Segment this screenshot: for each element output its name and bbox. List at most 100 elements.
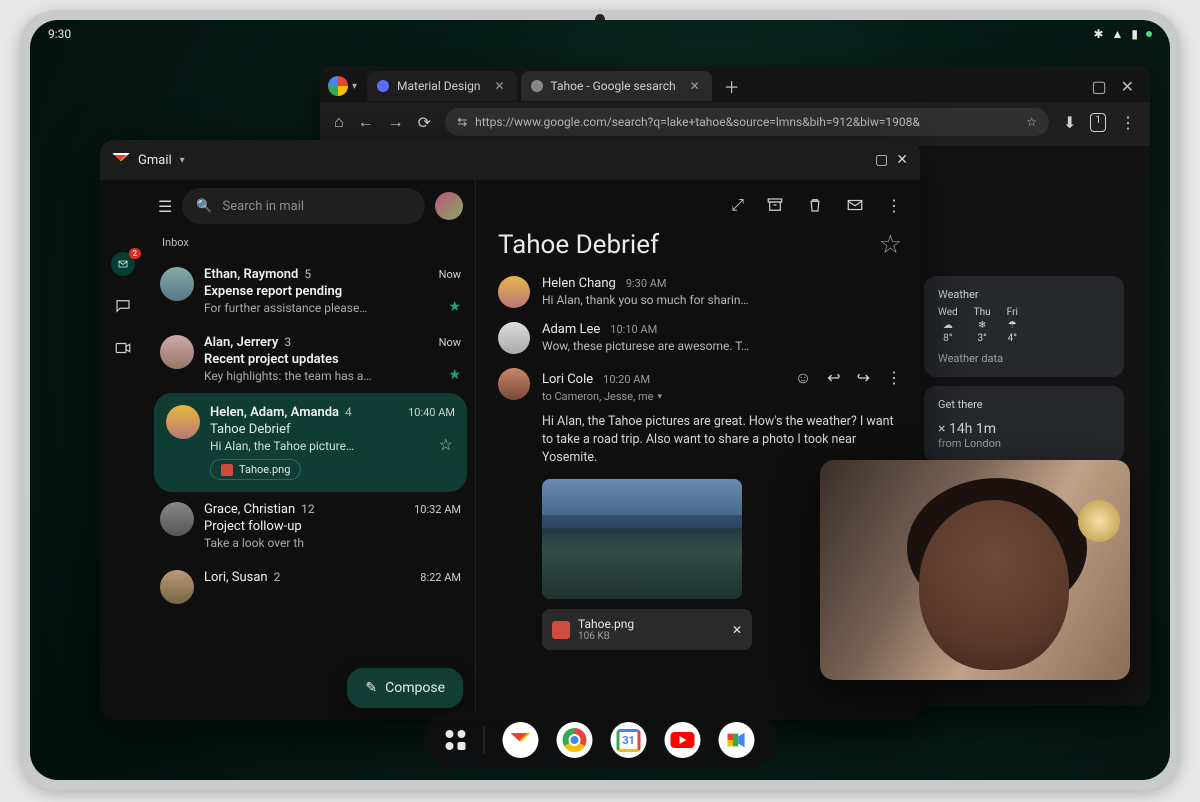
attachment-preview[interactable] bbox=[542, 479, 742, 599]
window-maximize-icon[interactable]: ▢ bbox=[1091, 77, 1106, 96]
forward-msg-icon[interactable]: ↪ bbox=[857, 368, 870, 388]
get-there-panel[interactable]: Get there × 14h 1m from London bbox=[924, 386, 1124, 462]
download-icon[interactable]: ⬇ bbox=[1063, 113, 1076, 132]
video-pip[interactable] bbox=[820, 460, 1130, 680]
attachment-chip[interactable]: Tahoe.png bbox=[210, 459, 301, 480]
avatar bbox=[498, 368, 530, 400]
window-close-icon[interactable]: ✕ bbox=[896, 152, 908, 168]
back-icon[interactable]: ← bbox=[358, 112, 374, 132]
message-collapsed[interactable]: Helen Chang9:30 AM Hi Alan, thank you so… bbox=[498, 276, 902, 308]
msg-from: Helen Chang bbox=[542, 276, 616, 291]
get-there-title: Get there bbox=[938, 398, 1110, 411]
new-tab-button[interactable]: ＋ bbox=[716, 74, 748, 98]
battery-icon: ▮ bbox=[1131, 27, 1138, 41]
account-avatar[interactable] bbox=[435, 192, 463, 220]
thread-item-selected[interactable]: Helen, Adam, Amanda410:40 AM Tahoe Debri… bbox=[154, 393, 467, 492]
taskbar-app-youtube[interactable] bbox=[665, 722, 701, 758]
taskbar-app-calendar[interactable]: 31 bbox=[611, 722, 647, 758]
rail-meet-icon[interactable] bbox=[111, 336, 135, 360]
thread-time: Now bbox=[439, 336, 461, 349]
window-maximize-icon[interactable]: ▢ bbox=[875, 152, 888, 168]
thread-from: Helen, Adam, Amanda bbox=[210, 405, 339, 420]
overflow-menu-icon[interactable]: ⋮ bbox=[1120, 113, 1136, 132]
expand-icon[interactable]: ⤢ bbox=[731, 195, 744, 215]
overflow-menu-icon[interactable]: ⋮ bbox=[886, 196, 902, 215]
chrome-logo-chevron-icon[interactable]: ▾ bbox=[352, 81, 357, 92]
weather-rain-icon: ☂ bbox=[1008, 320, 1017, 331]
tabs-count-icon[interactable]: 1 bbox=[1090, 113, 1106, 132]
reply-icon[interactable]: ↩ bbox=[827, 368, 840, 388]
delete-icon[interactable] bbox=[806, 196, 824, 214]
site-settings-icon[interactable]: ⇆ bbox=[457, 115, 467, 129]
archive-icon[interactable] bbox=[766, 196, 784, 214]
thread-item[interactable]: Alan, Jerrery3Now Recent project updates… bbox=[146, 325, 475, 393]
avatar bbox=[498, 322, 530, 354]
tab-material-design[interactable]: Material Design ✕ bbox=[367, 71, 516, 101]
status-dot bbox=[1146, 31, 1152, 37]
msg-preview: Wow, these picturese are awesome. T… bbox=[542, 339, 902, 353]
forward-icon[interactable]: → bbox=[388, 112, 404, 132]
avatar bbox=[498, 276, 530, 308]
status-time: 9:30 bbox=[48, 27, 71, 41]
rail-mail-icon[interactable]: 2 bbox=[111, 252, 135, 276]
app-drawer-icon[interactable] bbox=[446, 730, 466, 750]
tab-tahoe-search[interactable]: Tahoe - Google sesarch ✕ bbox=[521, 71, 712, 101]
reload-icon[interactable]: ⟳ bbox=[418, 113, 431, 132]
thread-item[interactable]: Grace, Christian1210:32 AM Project follo… bbox=[146, 492, 475, 560]
weather-panel[interactable]: Weather Wed☁8° Thu❄3° Fri☂4° Weather dat… bbox=[924, 276, 1124, 377]
weather-temp: 3° bbox=[977, 333, 986, 344]
window-close-icon[interactable]: ✕ bbox=[1121, 77, 1134, 96]
status-bar: 9:30 ✱ ▲ ▮ bbox=[30, 20, 1170, 48]
weather-day: Wed bbox=[938, 307, 958, 318]
thread-preview: Take a look over th bbox=[204, 536, 461, 550]
taskbar-separator bbox=[484, 727, 485, 753]
rail-chat-icon[interactable] bbox=[111, 294, 135, 318]
chevron-down-icon[interactable]: ▾ bbox=[657, 392, 662, 402]
avatar bbox=[160, 570, 194, 604]
thread-count: 12 bbox=[301, 502, 315, 516]
home-icon[interactable]: ⌂ bbox=[334, 112, 344, 132]
thread-preview: Hi Alan, the Tahoe picture… bbox=[210, 439, 455, 453]
bookmark-star-icon[interactable]: ☆ bbox=[1026, 115, 1037, 129]
thread-item[interactable]: Lori, Susan28:22 AM bbox=[146, 560, 475, 614]
gmail-title-label: Gmail bbox=[138, 153, 172, 168]
msg-recipients[interactable]: to Cameron, Jesse, me bbox=[542, 390, 653, 403]
close-icon[interactable]: ✕ bbox=[732, 623, 742, 637]
thread-subject: Recent project updates bbox=[204, 352, 461, 367]
compose-button[interactable]: ✎ Compose bbox=[347, 668, 463, 708]
overflow-menu-icon[interactable]: ⋮ bbox=[886, 368, 902, 388]
gmail-titlebar[interactable]: Gmail ▾ ▢ ✕ bbox=[100, 140, 920, 180]
hamburger-menu-icon[interactable]: ☰ bbox=[158, 197, 172, 216]
unread-badge: 2 bbox=[129, 248, 142, 259]
tab-favicon-icon bbox=[377, 80, 389, 92]
chevron-down-icon[interactable]: ▾ bbox=[180, 155, 185, 166]
taskbar-app-gmail[interactable] bbox=[503, 722, 539, 758]
taskbar-app-meet[interactable] bbox=[719, 722, 755, 758]
search-input[interactable]: 🔍 Search in mail bbox=[182, 188, 425, 224]
close-icon[interactable]: ✕ bbox=[690, 79, 700, 93]
url-text: https://www.google.com/search?q=lake+tah… bbox=[475, 115, 920, 129]
star-icon[interactable]: ★ bbox=[448, 367, 461, 383]
bluetooth-icon: ✱ bbox=[1093, 27, 1103, 41]
gmail-logo-icon bbox=[112, 153, 130, 167]
star-outline-icon[interactable]: ☆ bbox=[879, 230, 902, 260]
attachment-size: 106 KB bbox=[578, 631, 634, 642]
msg-from: Adam Lee bbox=[542, 322, 600, 337]
gmail-window[interactable]: Gmail ▾ ▢ ✕ 2 bbox=[100, 140, 920, 720]
star-icon[interactable]: ★ bbox=[448, 299, 461, 315]
thread-item[interactable]: Ethan, Raymond5Now Expense report pendin… bbox=[146, 257, 475, 325]
mark-unread-icon[interactable] bbox=[846, 196, 864, 214]
avatar bbox=[166, 405, 200, 439]
taskbar: 31 bbox=[424, 712, 777, 768]
taskbar-app-chrome[interactable] bbox=[557, 722, 593, 758]
tab-label: Material Design bbox=[397, 79, 480, 93]
star-outline-icon[interactable]: ☆ bbox=[439, 435, 453, 454]
chrome-tab-strip: ▾ Material Design ✕ Tahoe - Google sesar… bbox=[320, 66, 1150, 102]
url-bar[interactable]: ⇆ https://www.google.com/search?q=lake+t… bbox=[445, 108, 1049, 136]
message-collapsed[interactable]: Adam Lee10:10 AM Wow, these picturese ar… bbox=[498, 322, 902, 354]
attachment-bar[interactable]: Tahoe.png 106 KB ✕ bbox=[542, 609, 752, 650]
thread-time: Now bbox=[439, 268, 461, 281]
close-icon[interactable]: ✕ bbox=[494, 79, 504, 93]
emoji-icon[interactable]: ☺ bbox=[795, 368, 811, 388]
image-file-icon bbox=[221, 464, 233, 476]
